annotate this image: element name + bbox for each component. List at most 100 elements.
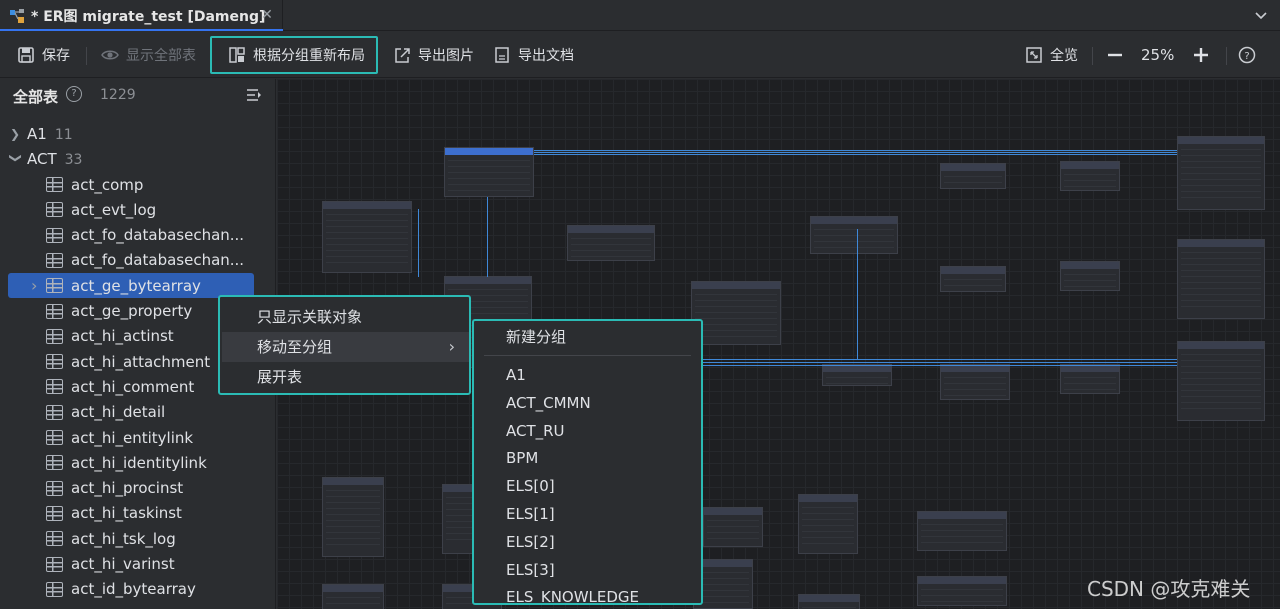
relation-line xyxy=(418,209,419,277)
er-table-node[interactable] xyxy=(822,364,892,386)
er-table-header xyxy=(1178,240,1264,247)
er-table-node[interactable] xyxy=(1177,136,1265,210)
menu-item-expand-table[interactable]: 展开表 xyxy=(222,362,469,392)
zoom-in-button[interactable] xyxy=(1192,40,1217,70)
submenu-item-group[interactable]: BPM xyxy=(474,444,701,472)
er-table-header xyxy=(568,226,654,233)
export-document-button[interactable]: 导出文档 xyxy=(493,40,574,70)
table-item[interactable]: act_hi_identitylink xyxy=(0,450,276,475)
save-button[interactable]: 保存 xyxy=(17,40,70,70)
submenu-item-group[interactable]: ELS[1] xyxy=(474,500,701,528)
submenu-item-group[interactable]: ACT_RU xyxy=(474,417,701,445)
table-item[interactable]: act_hi_taskinst xyxy=(0,501,276,526)
collapse-all-icon[interactable] xyxy=(246,87,262,103)
save-label: 保存 xyxy=(42,48,70,64)
er-table-node[interactable] xyxy=(917,511,1007,551)
zoom-out-button[interactable] xyxy=(1106,40,1131,70)
submenu-item-group[interactable]: ELS_KNOWLEDGE xyxy=(474,583,701,603)
all-tables-title: 全部表 xyxy=(13,88,59,106)
table-item[interactable]: act_fo_databasechan... xyxy=(0,223,276,248)
er-table-node[interactable] xyxy=(322,477,384,557)
submenu-item-group[interactable]: ELS[2] xyxy=(474,528,701,556)
table-item-label: act_hi_identitylink xyxy=(71,453,207,472)
er-table-node[interactable] xyxy=(1060,261,1120,291)
er-column-row xyxy=(695,331,777,337)
help-button[interactable]: ? xyxy=(1238,40,1263,70)
relation-line xyxy=(697,365,1177,366)
submenu-item-group[interactable]: A1 xyxy=(474,361,701,389)
sidebar-header: 全部表 ? 1229 xyxy=(0,79,276,111)
group-count: 33 xyxy=(64,151,83,168)
table-item-label: act_hi_taskinst xyxy=(71,504,182,523)
chevron-down-icon[interactable] xyxy=(1252,6,1270,24)
er-table-node[interactable] xyxy=(322,201,412,273)
er-table-header xyxy=(1061,262,1119,269)
er-table-node[interactable] xyxy=(810,216,898,254)
er-table-node[interactable] xyxy=(1177,239,1265,319)
table-item[interactable]: act_evt_log xyxy=(0,197,276,222)
er-column-row xyxy=(697,597,749,603)
move-to-group-submenu: 新建分组 A1 ACT_CMMN ACT_RU BPM ELS[0] ELS[1] ELS[… xyxy=(472,319,703,605)
tree-group-a1[interactable]: ❯ A1 11 xyxy=(0,121,276,146)
menu-item-show-related-only[interactable]: 只显示关联对象 xyxy=(222,302,469,332)
overview-button[interactable]: 全览 xyxy=(1025,40,1078,70)
er-table-header xyxy=(1178,137,1264,144)
er-table-node[interactable] xyxy=(940,266,1006,292)
submenu-item-group[interactable]: ELS[3] xyxy=(474,556,701,584)
er-table-node[interactable] xyxy=(940,163,1006,189)
er-column-row xyxy=(1181,192,1261,198)
table-item[interactable]: act_hi_procinst xyxy=(0,476,276,501)
submenu-item-new-group[interactable]: 新建分组 xyxy=(474,323,701,351)
er-table-node[interactable] xyxy=(1060,161,1120,191)
er-table-node[interactable] xyxy=(703,507,763,547)
export-image-button[interactable]: 导出图片 xyxy=(393,40,474,70)
table-item[interactable]: act_hi_entitylink xyxy=(0,425,276,450)
er-table-node[interactable] xyxy=(691,281,781,345)
er-column-row xyxy=(571,251,651,257)
er-table-node[interactable] xyxy=(1177,341,1265,421)
table-item-label: act_hi_tsk_log xyxy=(71,529,176,548)
er-table-node[interactable] xyxy=(917,576,1007,606)
er-table-header xyxy=(323,478,383,485)
help-icon[interactable]: ? xyxy=(66,86,82,102)
table-item[interactable]: act_id_bytearray xyxy=(0,577,276,602)
chevron-right-icon[interactable]: ❯ xyxy=(10,127,22,141)
er-table-header xyxy=(799,595,859,602)
relation-line xyxy=(697,362,1177,363)
table-item[interactable]: act_hi_varinst xyxy=(0,552,276,577)
table-icon xyxy=(46,303,63,319)
er-table-header xyxy=(1061,365,1119,372)
er-table-header xyxy=(704,508,762,515)
relation-line xyxy=(697,359,1177,360)
er-table-node[interactable] xyxy=(1060,364,1120,394)
er-column-row xyxy=(921,596,1003,602)
tree-group-act[interactable]: ❯ ACT 33 xyxy=(0,146,276,171)
relayout-highlight-frame xyxy=(210,36,378,74)
er-table-node[interactable] xyxy=(798,494,858,554)
er-diagram-icon xyxy=(9,8,25,24)
er-table-node[interactable] xyxy=(798,594,860,609)
er-table-node[interactable] xyxy=(444,147,534,197)
chevron-down-icon[interactable]: ❯ xyxy=(9,153,23,165)
er-table-header xyxy=(323,585,383,592)
er-table-node[interactable] xyxy=(322,584,384,609)
table-item[interactable]: act_hi_tsk_log xyxy=(0,526,276,551)
chevron-right-icon[interactable]: › xyxy=(31,276,43,295)
er-table-header xyxy=(811,217,897,224)
er-table-node[interactable] xyxy=(940,364,1010,400)
toolbar-divider xyxy=(86,47,87,65)
er-table-header xyxy=(445,148,533,155)
submenu-item-group[interactable]: ACT_CMMN xyxy=(474,389,701,417)
menu-item-move-to-group[interactable]: 移动至分组 › xyxy=(222,332,469,362)
document-icon xyxy=(493,46,511,64)
close-icon[interactable]: ✕ xyxy=(258,6,276,24)
submenu-item-group[interactable]: ELS[0] xyxy=(474,472,701,500)
tab-er-diagram[interactable]: * ER图 migrate_test [Dameng] ✕ xyxy=(0,0,283,31)
table-item[interactable]: act_fo_databasechan... xyxy=(0,248,276,273)
er-table-node[interactable] xyxy=(567,225,655,261)
tab-bar: * ER图 migrate_test [Dameng] ✕ xyxy=(0,0,1280,31)
show-all-tables-button[interactable]: 显示全部表 xyxy=(101,40,196,70)
table-item[interactable]: act_hi_detail xyxy=(0,400,276,425)
er-column-row xyxy=(326,604,380,609)
table-item[interactable]: act_comp xyxy=(0,172,276,197)
